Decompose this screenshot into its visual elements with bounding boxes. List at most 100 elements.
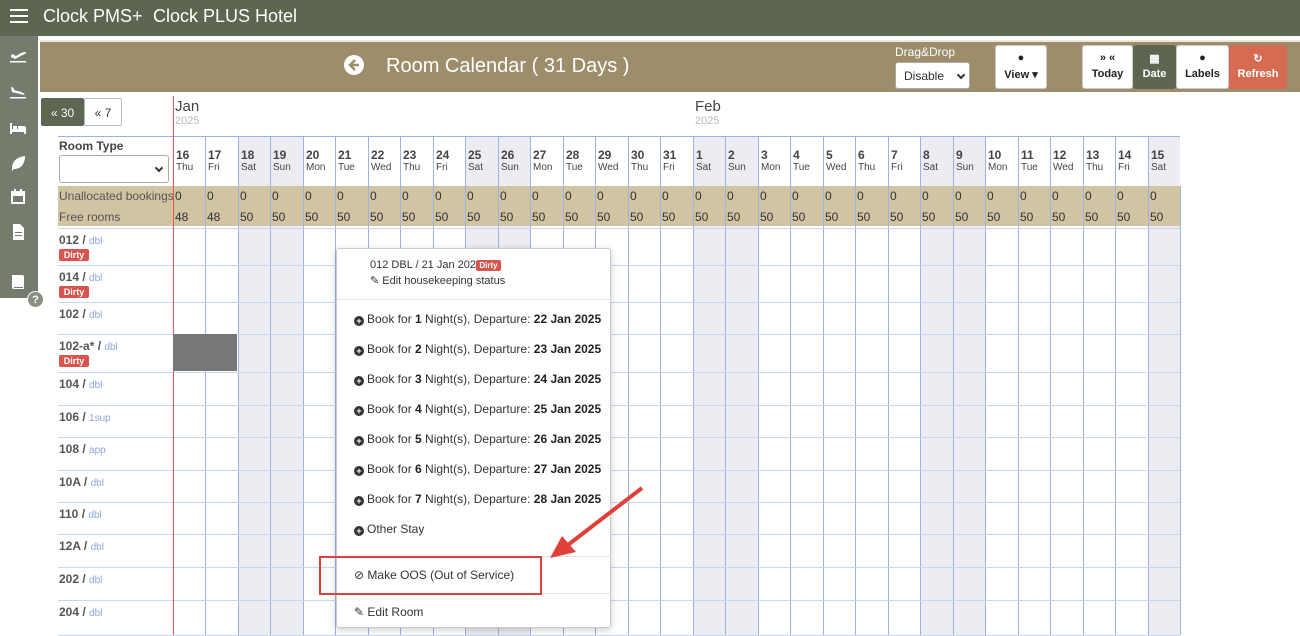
document-icon[interactable] xyxy=(8,222,28,242)
day-header[interactable]: 20 Mon xyxy=(303,136,335,186)
book-nights-item[interactable]: + Book for 2 Night(s), Departure: 23 Jan … xyxy=(354,342,601,356)
year-feb: 2025 xyxy=(695,115,720,127)
back-circle-icon[interactable] xyxy=(343,54,365,76)
day-header[interactable]: 26 Sun xyxy=(498,136,530,186)
help-icon[interactable]: ? xyxy=(27,291,44,308)
calendar-icon[interactable] xyxy=(8,187,28,207)
day-header[interactable]: 12 Wed xyxy=(1050,136,1083,186)
day-header[interactable]: 29 Wed xyxy=(595,136,628,186)
room-type[interactable]: dbl xyxy=(89,236,102,247)
room-label[interactable]: 204 / dbl xyxy=(59,605,102,619)
day-header[interactable]: 19 Sun xyxy=(270,136,303,186)
plane-departure-icon[interactable] xyxy=(8,46,28,66)
edit-room-item[interactable]: ✎ Edit Room xyxy=(354,605,423,619)
unallocated-count: 0 xyxy=(1085,189,1092,203)
day-header[interactable]: 13 Thu xyxy=(1083,136,1115,186)
room-label[interactable]: 014 / dbl xyxy=(59,270,102,284)
menu-icon[interactable] xyxy=(10,9,28,25)
room-type[interactable]: dbl xyxy=(89,273,102,284)
back-7-button[interactable]: « 7 xyxy=(84,98,122,126)
room-type[interactable]: 1sup xyxy=(89,413,111,424)
room-label[interactable]: 12A / dbl xyxy=(59,539,104,553)
unallocated-count: 0 xyxy=(240,189,247,203)
booking-block[interactable] xyxy=(173,334,237,371)
book-nights-item[interactable]: + Book for 5 Night(s), Departure: 26 Jan … xyxy=(354,432,601,446)
room-type[interactable]: dbl xyxy=(89,380,102,391)
day-header[interactable]: 27 Mon xyxy=(530,136,563,186)
book-nights-item[interactable]: + Book for 3 Night(s), Departure: 24 Jan … xyxy=(354,372,601,386)
back-30-button[interactable]: « 30 xyxy=(41,98,84,126)
today-button[interactable]: » «Today xyxy=(1082,45,1133,89)
day-header[interactable]: 30 Thu xyxy=(628,136,660,186)
room-label[interactable]: 106 / 1sup xyxy=(59,410,111,424)
room-label[interactable]: 102-a* / dbl xyxy=(59,339,118,353)
dragdrop-select[interactable]: Disable xyxy=(895,62,970,89)
unallocated-count: 0 xyxy=(1117,189,1124,203)
leaf-icon[interactable] xyxy=(8,153,28,173)
free-rooms-count: 50 xyxy=(435,210,449,224)
room-type[interactable]: dbl xyxy=(89,310,102,321)
book-icon[interactable] xyxy=(8,272,28,292)
day-header[interactable]: 25 Sat xyxy=(465,136,498,186)
day-header[interactable]: 22 Wed xyxy=(368,136,400,186)
room-type[interactable]: dbl xyxy=(89,608,102,619)
day-header[interactable]: 2 Sun xyxy=(725,136,758,186)
view-button[interactable]: ● View ▾ xyxy=(995,45,1047,89)
book-nights-item[interactable]: + Book for 6 Night(s), Departure: 27 Jan … xyxy=(354,462,601,476)
day-header[interactable]: 21 Tue xyxy=(335,136,368,186)
room-label[interactable]: 012 / dbl xyxy=(59,233,102,247)
room-type-select[interactable] xyxy=(59,155,169,183)
day-header[interactable]: 17 Fri xyxy=(205,136,238,186)
day-header[interactable]: 1 Sat xyxy=(693,136,725,186)
room-type[interactable]: dbl xyxy=(91,542,104,553)
unallocated-count: 0 xyxy=(435,189,442,203)
day-header[interactable]: 24 Fri xyxy=(433,136,465,186)
plus-circle-icon: + xyxy=(354,526,364,536)
month-jan: Jan xyxy=(175,98,200,115)
day-header[interactable]: 23 Thu xyxy=(400,136,433,186)
day-header[interactable]: 15 Sat xyxy=(1148,136,1180,186)
day-header[interactable]: 10 Mon xyxy=(985,136,1018,186)
day-header[interactable]: 16 Thu xyxy=(173,136,205,186)
book-nights-item[interactable]: + Book for 1 Night(s), Departure: 22 Jan … xyxy=(354,312,601,326)
unallocated-count: 0 xyxy=(207,189,214,203)
room-label[interactable]: 202 / dbl xyxy=(59,572,102,586)
weekday: Sun xyxy=(956,162,974,173)
room-label[interactable]: 108 / app xyxy=(59,442,106,456)
day-number: 12 xyxy=(1053,148,1067,162)
room-type[interactable]: dbl xyxy=(104,342,117,353)
unallocated-count: 0 xyxy=(532,189,539,203)
day-header[interactable]: 28 Tue xyxy=(563,136,595,186)
day-header[interactable]: 5 Wed xyxy=(823,136,855,186)
day-header[interactable]: 31 Fri xyxy=(660,136,693,186)
free-rooms-row xyxy=(58,206,1180,226)
bed-icon[interactable] xyxy=(8,118,28,138)
chevron-down-icon xyxy=(956,70,966,80)
day-header[interactable]: 4 Tue xyxy=(790,136,823,186)
date-button[interactable]: ▦ Date xyxy=(1133,45,1176,89)
labels-button[interactable]: ● Labels xyxy=(1176,45,1229,89)
day-header[interactable]: 7 Fri xyxy=(888,136,920,186)
room-type[interactable]: dbl xyxy=(91,478,104,489)
unallocated-count: 0 xyxy=(565,189,572,203)
room-type[interactable]: app xyxy=(89,445,106,456)
day-header[interactable]: 14 Fri xyxy=(1115,136,1148,186)
book-nights-item[interactable]: + Book for 4 Night(s), Departure: 25 Jan … xyxy=(354,402,601,416)
room-label[interactable]: 10A / dbl xyxy=(59,475,104,489)
edit-housekeeping-link[interactable]: ✎ Edit housekeeping status xyxy=(370,274,505,287)
room-label[interactable]: 104 / dbl xyxy=(59,377,102,391)
other-stay-item[interactable]: + Other Stay xyxy=(354,522,424,536)
room-label[interactable]: 110 / dbl xyxy=(59,507,102,521)
day-header[interactable]: 3 Mon xyxy=(758,136,790,186)
day-header[interactable]: 9 Sun xyxy=(953,136,985,186)
plane-arrival-icon[interactable] xyxy=(8,82,28,102)
room-label[interactable]: 102 / dbl xyxy=(59,307,102,321)
refresh-button[interactable]: ↻ Refresh xyxy=(1229,45,1287,89)
day-header[interactable]: 6 Thu xyxy=(855,136,888,186)
room-type[interactable]: dbl xyxy=(89,575,102,586)
day-header[interactable]: 18 Sat xyxy=(238,136,270,186)
day-header[interactable]: 8 Sat xyxy=(920,136,953,186)
day-header[interactable]: 11 Tue xyxy=(1018,136,1050,186)
room-type[interactable]: dbl xyxy=(88,510,101,521)
unallocated-count: 0 xyxy=(890,189,897,203)
